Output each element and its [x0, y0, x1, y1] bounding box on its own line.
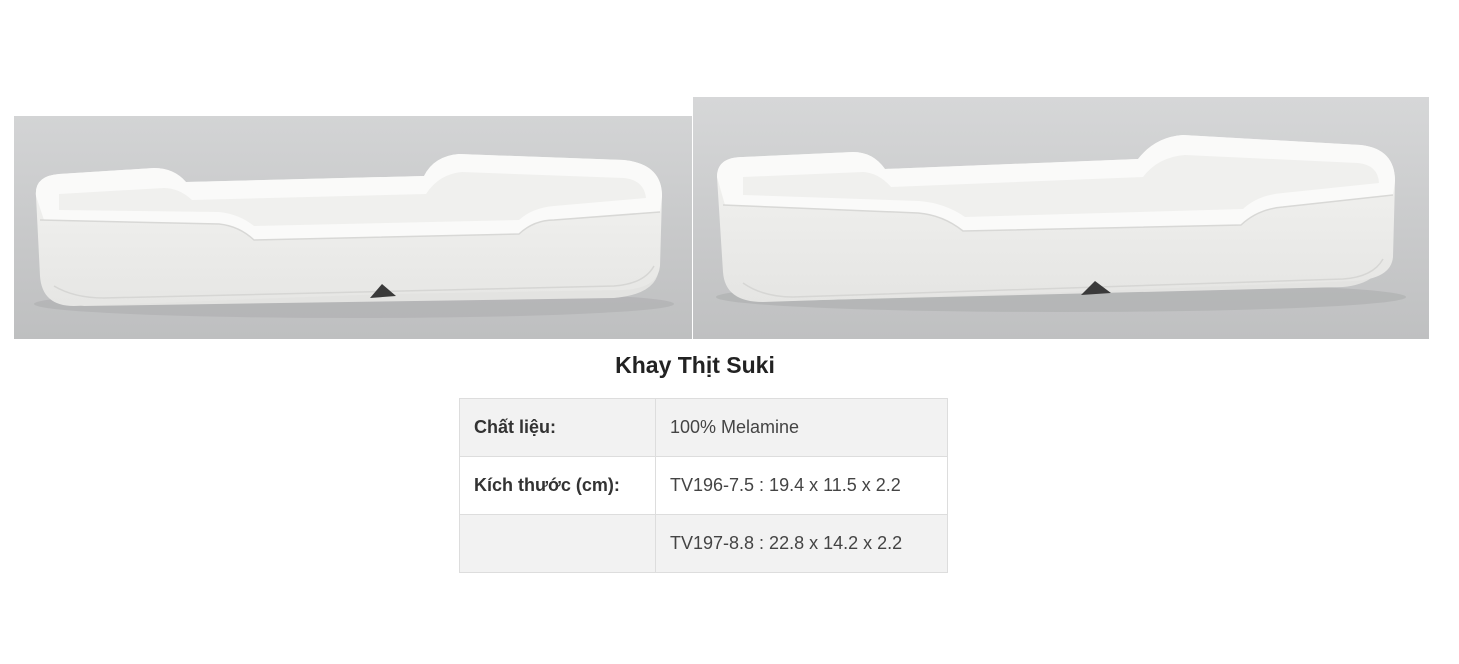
spec-value: 100% Melamine: [655, 398, 948, 457]
spec-label: Kích thước (cm):: [459, 456, 656, 515]
spec-value: TV197-8.8 : 22.8 x 14.2 x 2.2: [655, 514, 948, 573]
spec-row-material: Chất liệu: 100% Melamine: [459, 398, 948, 457]
product-image-2: [693, 97, 1429, 339]
spec-row-size-2: TV197-8.8 : 22.8 x 14.2 x 2.2: [459, 514, 948, 573]
spec-label: Chất liệu:: [459, 398, 656, 457]
spec-table: Chất liệu: 100% Melamine Kích thước (cm)…: [459, 398, 948, 573]
product-title: Khay Thịt Suki: [615, 352, 775, 378]
spec-row-size: Kích thước (cm): TV196-7.5 : 19.4 x 11.5…: [459, 456, 948, 515]
product-image-1: [14, 116, 692, 339]
spec-label: [459, 514, 656, 573]
tray-photo-1: [14, 116, 692, 339]
tray-photo-2: [693, 97, 1429, 339]
spec-value: TV196-7.5 : 19.4 x 11.5 x 2.2: [655, 456, 948, 515]
